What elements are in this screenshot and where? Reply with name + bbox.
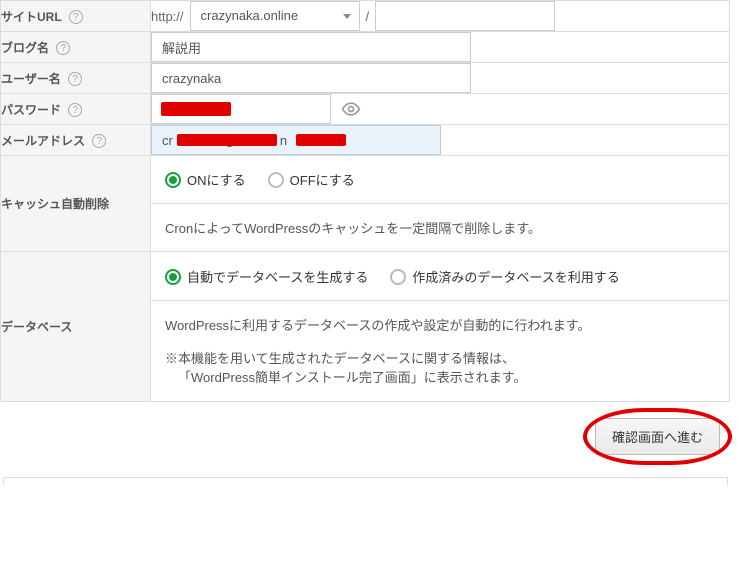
- db-hint-sub2: 「WordPress簡単インストール完了画面」に表示されます。: [165, 367, 715, 386]
- highlight-annotation: 確認画面へ進む: [595, 418, 720, 455]
- row-label-blog-name: ブログ名 ?: [1, 32, 151, 63]
- username-input[interactable]: [151, 63, 471, 93]
- url-slash: /: [366, 9, 370, 24]
- radio-selected-icon: [165, 172, 181, 188]
- redaction-mark: [161, 102, 231, 116]
- radio-label: 自動でデータベースを生成する: [187, 267, 368, 286]
- row-value-email: [151, 125, 730, 156]
- next-panel-edge: [3, 477, 728, 485]
- blog-name-input[interactable]: [151, 32, 471, 62]
- label-text: パスワード: [1, 103, 61, 117]
- radio-unselected-icon: [268, 172, 284, 188]
- redaction-mark: [296, 134, 346, 146]
- label-text: データベース: [1, 320, 72, 334]
- row-label-password: パスワード ?: [1, 94, 151, 125]
- protocol-text: http://: [151, 9, 184, 24]
- row-label-site-url: サイトURL ?: [1, 1, 151, 32]
- label-text: キャッシュ自動削除: [1, 197, 109, 211]
- label-text: ユーザー名: [1, 72, 61, 86]
- radio-label: ONにする: [187, 170, 246, 189]
- cache-hint: CronによってWordPressのキャッシュを一定間隔で削除します。: [151, 203, 729, 251]
- row-value-database: 自動でデータベースを生成する 作成済みのデータベースを利用する WordPres…: [151, 252, 730, 402]
- label-text: ブログ名: [1, 41, 49, 55]
- row-value-password: [151, 94, 730, 125]
- help-icon[interactable]: ?: [56, 41, 70, 55]
- domain-select[interactable]: crazynaka.online: [190, 1, 360, 31]
- help-icon[interactable]: ?: [68, 72, 82, 86]
- row-value-cache: ONにする OFFにする CronによってWordPressのキャッシュを一定間…: [151, 156, 730, 252]
- db-existing-option[interactable]: 作成済みのデータベースを利用する: [390, 267, 619, 286]
- row-label-database: データベース: [1, 252, 151, 402]
- confirm-button[interactable]: 確認画面へ進む: [595, 418, 720, 455]
- redaction-mark: [177, 134, 277, 146]
- domain-select-value: crazynaka.online: [201, 8, 299, 23]
- label-text: サイトURL: [1, 10, 61, 24]
- cache-on-option[interactable]: ONにする: [165, 170, 246, 189]
- submit-row: 確認画面へ進む: [0, 402, 730, 477]
- db-hint-main: WordPressに利用するデータベースの作成や設定が自動的に行われます。: [165, 315, 715, 334]
- url-path-input[interactable]: [375, 1, 555, 31]
- row-label-email: メールアドレス ?: [1, 125, 151, 156]
- row-value-site-url: http:// crazynaka.online /: [151, 1, 730, 32]
- row-value-username: [151, 63, 730, 94]
- settings-form-table: サイトURL ? http:// crazynaka.online / ブログ名…: [0, 0, 730, 402]
- row-value-blog-name: [151, 32, 730, 63]
- db-hint-sub1: ※本機能を用いて生成されたデータベースに関する情報は、: [165, 348, 715, 367]
- row-label-cache: キャッシュ自動削除: [1, 156, 151, 252]
- label-text: メールアドレス: [1, 134, 85, 148]
- reveal-password-icon[interactable]: [341, 99, 361, 119]
- cache-off-option[interactable]: OFFにする: [268, 170, 355, 189]
- row-label-username: ユーザー名 ?: [1, 63, 151, 94]
- help-icon[interactable]: ?: [68, 103, 82, 117]
- radio-label: 作成済みのデータベースを利用する: [412, 267, 619, 286]
- radio-unselected-icon: [390, 269, 406, 285]
- radio-label: OFFにする: [290, 170, 355, 189]
- db-auto-option[interactable]: 自動でデータベースを生成する: [165, 267, 368, 286]
- help-icon[interactable]: ?: [69, 10, 83, 24]
- help-icon[interactable]: ?: [92, 134, 106, 148]
- radio-selected-icon: [165, 269, 181, 285]
